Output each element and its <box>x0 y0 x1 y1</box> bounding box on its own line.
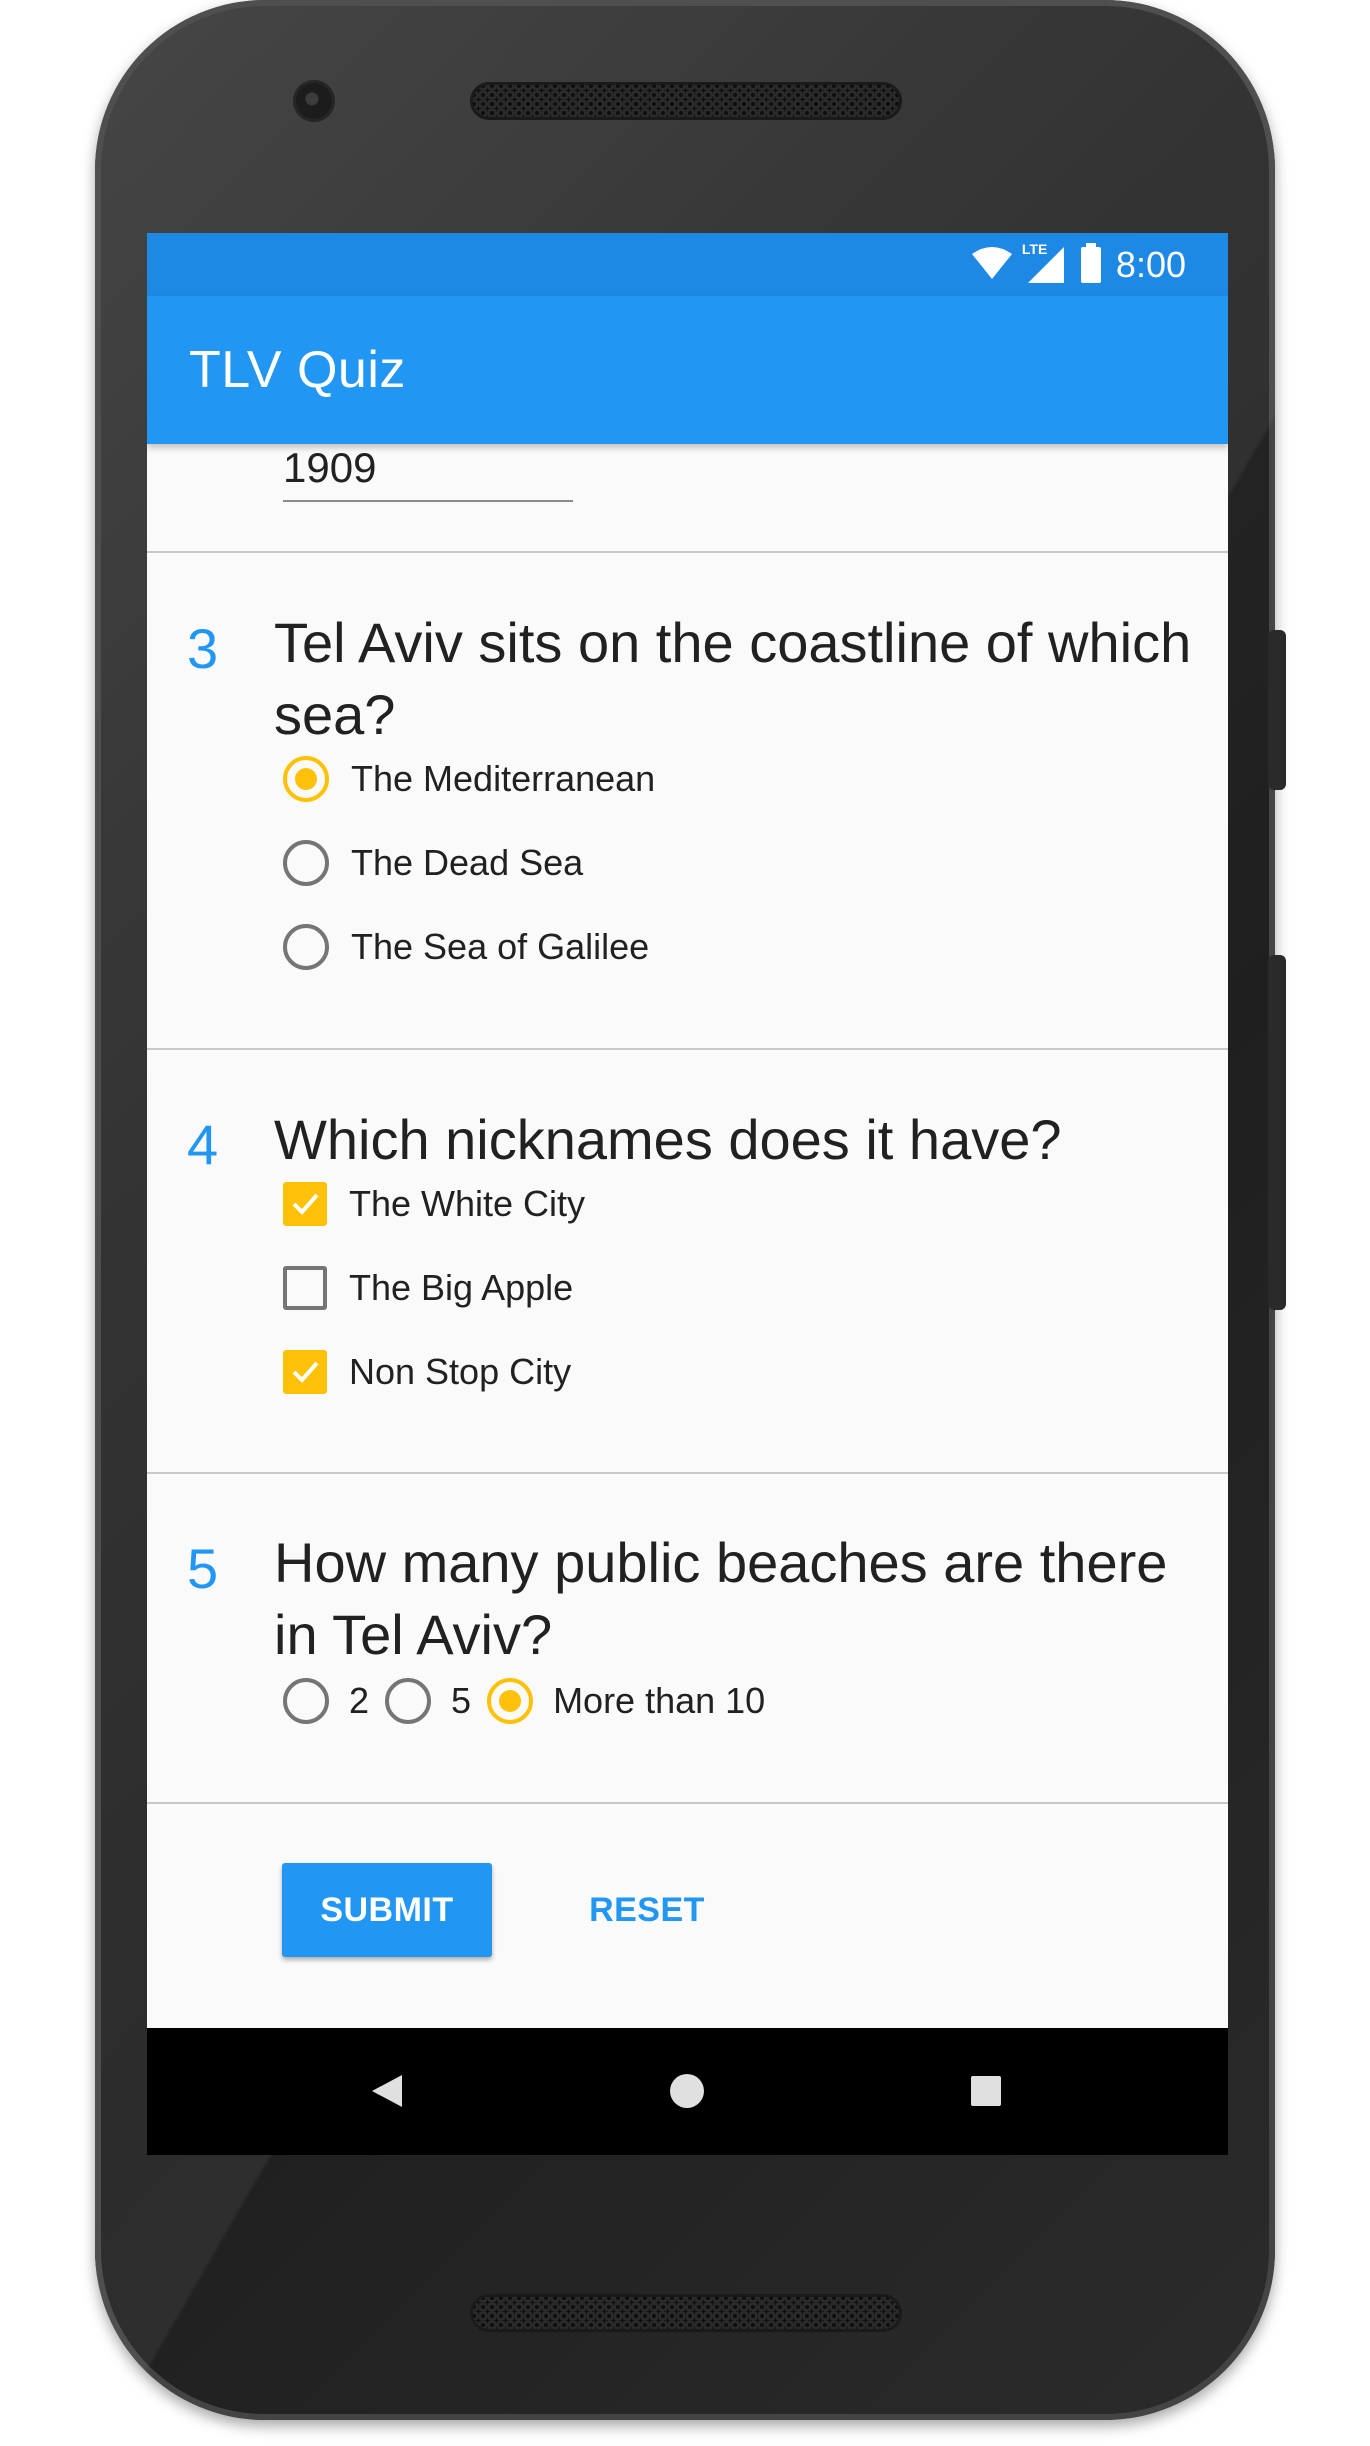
status-bar: LTE 8:00 <box>147 233 1228 296</box>
option-big-apple[interactable]: The Big Apple <box>283 1258 573 1318</box>
input-underline <box>283 500 573 502</box>
radio-selected-icon[interactable] <box>283 756 329 802</box>
option-2[interactable]: 2 <box>283 1678 369 1724</box>
device-frame: LTE 8:00 TLV Quiz 1909 3 Tel Aviv sits o… <box>0 0 1370 2446</box>
home-icon[interactable] <box>662 2066 712 2116</box>
front-camera <box>293 80 335 122</box>
divider <box>147 1802 1228 1804</box>
option-5[interactable]: 5 <box>385 1678 471 1724</box>
checkbox-checked-icon[interactable] <box>283 1350 327 1394</box>
checkbox-checked-icon[interactable] <box>283 1182 327 1226</box>
battery-icon <box>1080 242 1102 287</box>
lte-signal-icon: LTE <box>1022 241 1066 285</box>
option-label: More than 10 <box>553 1680 766 1721</box>
network-type-label: LTE <box>1021 240 1048 257</box>
wifi-icon <box>971 246 1012 284</box>
app-bar: TLV Quiz <box>147 296 1228 444</box>
reset-button[interactable]: RESET <box>557 1863 737 1957</box>
app-title: TLV Quiz <box>189 341 406 399</box>
option-label: The Mediterranean <box>351 758 656 799</box>
bottom-speaker-grille <box>470 2294 902 2332</box>
quiz-content[interactable]: 1909 3 Tel Aviv sits on the coastline of… <box>147 444 1228 2038</box>
radio-selected-icon[interactable] <box>487 1678 534 1724</box>
option-label: 5 <box>451 1680 472 1721</box>
option-non-stop-city[interactable]: Non Stop City <box>283 1342 571 1402</box>
year-answer-input[interactable]: 1909 <box>283 444 376 492</box>
radio-unselected-icon[interactable] <box>283 1678 329 1724</box>
radio-unselected-icon[interactable] <box>283 840 329 886</box>
divider <box>147 1048 1228 1050</box>
radio-unselected-icon[interactable] <box>283 924 329 970</box>
submit-button[interactable]: SUBMIT <box>282 1863 492 1957</box>
question-5-text: How many public beaches are there in Tel… <box>274 1531 1168 1666</box>
question-3-text: Tel Aviv sits on the coastline of which … <box>274 611 1192 746</box>
divider <box>147 1472 1228 1474</box>
screen: LTE 8:00 TLV Quiz 1909 3 Tel Aviv sits o… <box>147 233 1228 2155</box>
top-speaker-grille <box>470 82 902 120</box>
option-label: The White City <box>349 1183 586 1224</box>
divider <box>147 551 1228 553</box>
option-sea-of-galilee[interactable]: The Sea of Galilee <box>283 917 649 977</box>
option-white-city[interactable]: The White City <box>283 1174 585 1234</box>
question-4-text: Which nicknames does it have? <box>274 1108 1062 1171</box>
option-mediterranean[interactable]: The Mediterranean <box>283 749 655 809</box>
back-icon[interactable] <box>362 2066 412 2116</box>
navigation-bar <box>147 2028 1228 2155</box>
option-label: The Big Apple <box>349 1267 574 1308</box>
power-button <box>1268 955 1286 1310</box>
question-5-number: 5 <box>187 1537 219 1600</box>
question-4-number: 4 <box>187 1113 219 1176</box>
option-label: Non Stop City <box>349 1351 572 1392</box>
checkbox-unchecked-icon[interactable] <box>283 1266 327 1310</box>
status-time: 8:00 <box>1115 243 1186 285</box>
question-3-number: 3 <box>187 617 219 680</box>
option-label: The Dead Sea <box>351 842 584 883</box>
option-label: 2 <box>349 1680 370 1721</box>
option-more-than-10[interactable]: More than 10 <box>487 1678 765 1724</box>
option-dead-sea[interactable]: The Dead Sea <box>283 833 583 893</box>
recents-icon[interactable] <box>961 2066 1011 2116</box>
status-icons: LTE 8:00 <box>971 233 1186 296</box>
beach-count-options: 2 5 More than 10 <box>283 1671 781 1731</box>
radio-unselected-icon[interactable] <box>385 1678 432 1724</box>
option-label: The Sea of Galilee <box>351 926 650 967</box>
volume-button <box>1268 630 1286 790</box>
